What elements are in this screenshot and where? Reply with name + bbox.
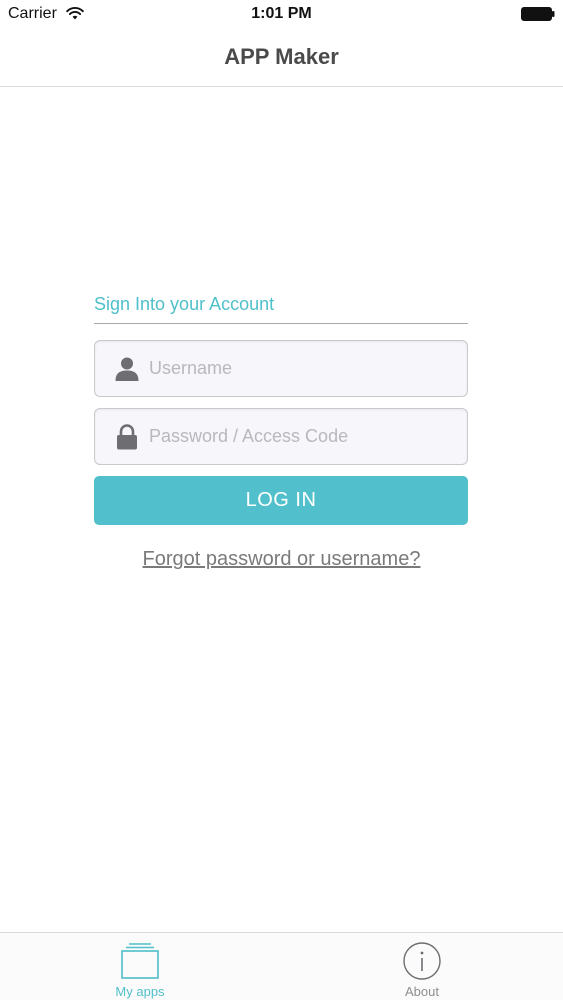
tab-about[interactable]: About bbox=[342, 933, 502, 1000]
status-time: 1:01 PM bbox=[251, 5, 312, 22]
tab-bar: My apps About bbox=[0, 932, 563, 1000]
status-bar: Carrier 1:01 PM bbox=[0, 0, 563, 30]
forgot-credentials-link[interactable]: Forgot password or username? bbox=[0, 548, 563, 571]
navigation-bar: APP Maker bbox=[0, 30, 563, 87]
user-icon bbox=[115, 357, 139, 381]
battery-icon bbox=[521, 7, 555, 21]
username-input[interactable] bbox=[149, 341, 449, 396]
lock-icon bbox=[117, 424, 137, 450]
tab-my-apps[interactable]: My apps bbox=[60, 933, 220, 1000]
apps-stack-icon bbox=[121, 943, 159, 979]
tab-label-my-apps: My apps bbox=[115, 984, 165, 999]
username-field[interactable] bbox=[94, 340, 468, 397]
tab-label-about: About bbox=[405, 984, 439, 999]
page-title: APP Maker bbox=[224, 44, 339, 69]
heading-divider bbox=[94, 323, 468, 324]
info-icon bbox=[403, 942, 441, 980]
app-screen: Carrier 1:01 PM APP Maker Sign Into your… bbox=[0, 0, 563, 1000]
password-field[interactable] bbox=[94, 408, 468, 465]
password-input[interactable] bbox=[149, 409, 449, 464]
sign-in-heading: Sign Into your Account bbox=[94, 294, 275, 314]
login-button[interactable]: LOG IN bbox=[94, 476, 468, 525]
